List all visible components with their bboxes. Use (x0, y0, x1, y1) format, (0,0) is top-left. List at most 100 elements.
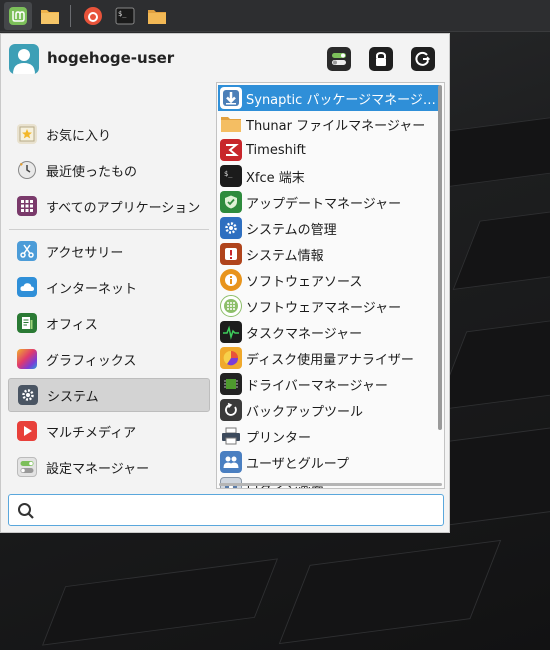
app-label: Timeshift (246, 142, 306, 158)
category-favorites[interactable]: お気に入り (8, 117, 210, 151)
app-label: プリンター (246, 430, 312, 446)
app-login-window[interactable]: ログイン画面 (218, 475, 439, 488)
folder-icon (41, 9, 59, 24)
chip-icon (220, 373, 242, 395)
app-label: システムの管理 (246, 222, 337, 238)
search-icon (18, 503, 34, 519)
app-driver-manager[interactable]: ドライバーマネージャー (218, 371, 439, 397)
app-label: Synaptic パッケージマネージ… (246, 92, 436, 108)
mint-logo-icon (9, 6, 27, 25)
app-label: バックアップツール (246, 404, 364, 420)
lock-screen-button[interactable] (369, 47, 393, 71)
category-multimedia[interactable]: マルチメディア (8, 414, 210, 448)
category-label: 設定マネージャー (46, 461, 150, 477)
app-label: Thunar ファイルマネージャー (246, 118, 426, 134)
category-label: 最近使ったもの (46, 164, 138, 180)
search-box[interactable] (8, 494, 444, 526)
category-office[interactable]: オフィス (8, 306, 210, 340)
user-header: hogehoge-user (1, 34, 451, 82)
application-menu: hogehoge-user お気に入り 最近使ったもの すべてのアプリケーション… (0, 33, 450, 533)
category-label: お気に入り (46, 128, 112, 144)
app-label: アップデートマネージャー (246, 196, 402, 212)
horizontal-scrollbar[interactable] (219, 483, 442, 486)
firefox-icon (84, 6, 102, 25)
vertical-scrollbar[interactable] (438, 85, 442, 430)
category-recent[interactable]: 最近使ったもの (8, 153, 210, 187)
app-software-manager[interactable]: ソフトウェアマネージャー (218, 293, 439, 319)
app-label: ソフトウェアソース (246, 274, 363, 290)
exclamation-icon (220, 243, 242, 265)
mint-menu-button[interactable] (4, 1, 32, 30)
cloud-icon (17, 277, 37, 297)
app-label: タスクマネージャー (246, 326, 363, 342)
category-settings-manager[interactable]: 設定マネージャー (8, 450, 210, 484)
gear-icon (18, 385, 38, 405)
logout-button[interactable] (411, 47, 435, 71)
app-users-groups[interactable]: ユーザとグループ (218, 449, 439, 475)
shield-icon (220, 191, 242, 213)
lock-icon (376, 51, 386, 66)
category-system[interactable]: システム (8, 378, 210, 412)
panel-separator (70, 4, 71, 27)
terminal-launcher[interactable]: $_ (111, 2, 139, 30)
terminal-icon: $_ (115, 7, 135, 24)
app-label: Xfce 端末 (246, 170, 305, 186)
gear-icon (220, 217, 242, 239)
settings-toggle-button[interactable] (327, 47, 351, 71)
category-label: アクセサリー (46, 245, 124, 261)
toggle-icon (17, 457, 37, 477)
timeshift-icon (220, 139, 242, 161)
clock-icon (17, 160, 37, 180)
disk-chart-icon (220, 347, 242, 369)
user-name: hogehoge-user (47, 49, 175, 67)
app-label: ドライバーマネージャー (246, 378, 388, 394)
application-list[interactable]: Synaptic パッケージマネージ… Thunar ファイルマネージャー Ti… (216, 82, 445, 489)
app-disk-usage-analyzer[interactable]: ディスク使用量アナライザー (218, 345, 439, 371)
user-icon (13, 49, 35, 74)
app-system-info[interactable]: システム情報 (218, 241, 439, 267)
folder-icon (220, 113, 242, 135)
app-task-manager[interactable]: タスクマネージャー (218, 319, 439, 345)
terminal-icon: $_ (220, 165, 242, 187)
users-icon (220, 451, 242, 473)
app-label: ディスク使用量アナライザー (246, 352, 414, 368)
app-label: システム情報 (246, 248, 324, 264)
activity-graph-icon (220, 321, 242, 343)
play-icon (17, 421, 37, 441)
search-input[interactable] (43, 499, 433, 521)
avatar[interactable] (9, 44, 39, 74)
svg-text:$_: $_ (118, 10, 127, 18)
download-arrow-icon (220, 87, 242, 109)
app-thunar[interactable]: Thunar ファイルマネージャー (218, 111, 439, 137)
folder-launcher[interactable] (36, 2, 64, 30)
palette-icon (17, 349, 37, 369)
app-printers[interactable]: プリンター (218, 423, 439, 449)
category-label: インターネット (46, 281, 138, 297)
app-update-manager[interactable]: アップデートマネージャー (218, 189, 439, 215)
printer-icon (220, 425, 242, 447)
scissors-icon (17, 241, 37, 261)
logout-icon (415, 51, 431, 66)
app-label: ソフトウェアマネージャー (246, 300, 402, 316)
grid-icon (17, 196, 37, 216)
app-system-admin[interactable]: システムの管理 (218, 215, 439, 241)
app-timeshift[interactable]: Timeshift (218, 137, 439, 163)
files-launcher[interactable] (143, 2, 171, 30)
app-backup-tool[interactable]: バックアップツール (218, 397, 439, 423)
svg-text:$_: $_ (224, 170, 233, 178)
info-icon (220, 269, 242, 291)
category-internet[interactable]: インターネット (8, 270, 210, 304)
star-icon (17, 124, 37, 144)
app-xfce-terminal[interactable]: $_ Xfce 端末 (218, 163, 439, 189)
app-synaptic[interactable]: Synaptic パッケージマネージ… (218, 85, 439, 111)
category-all-applications[interactable]: すべてのアプリケーション (8, 189, 210, 223)
browser-launcher[interactable] (79, 2, 107, 30)
app-software-sources[interactable]: ソフトウェアソース (218, 267, 439, 293)
category-graphics[interactable]: グラフィックス (8, 342, 210, 376)
toggle-icon (332, 53, 346, 65)
top-panel: $_ (0, 0, 550, 32)
app-label: ユーザとグループ (246, 456, 349, 472)
category-label: グラフィックス (46, 353, 137, 369)
category-label: マルチメディア (46, 425, 137, 441)
category-accessories[interactable]: アクセサリー (8, 234, 210, 268)
